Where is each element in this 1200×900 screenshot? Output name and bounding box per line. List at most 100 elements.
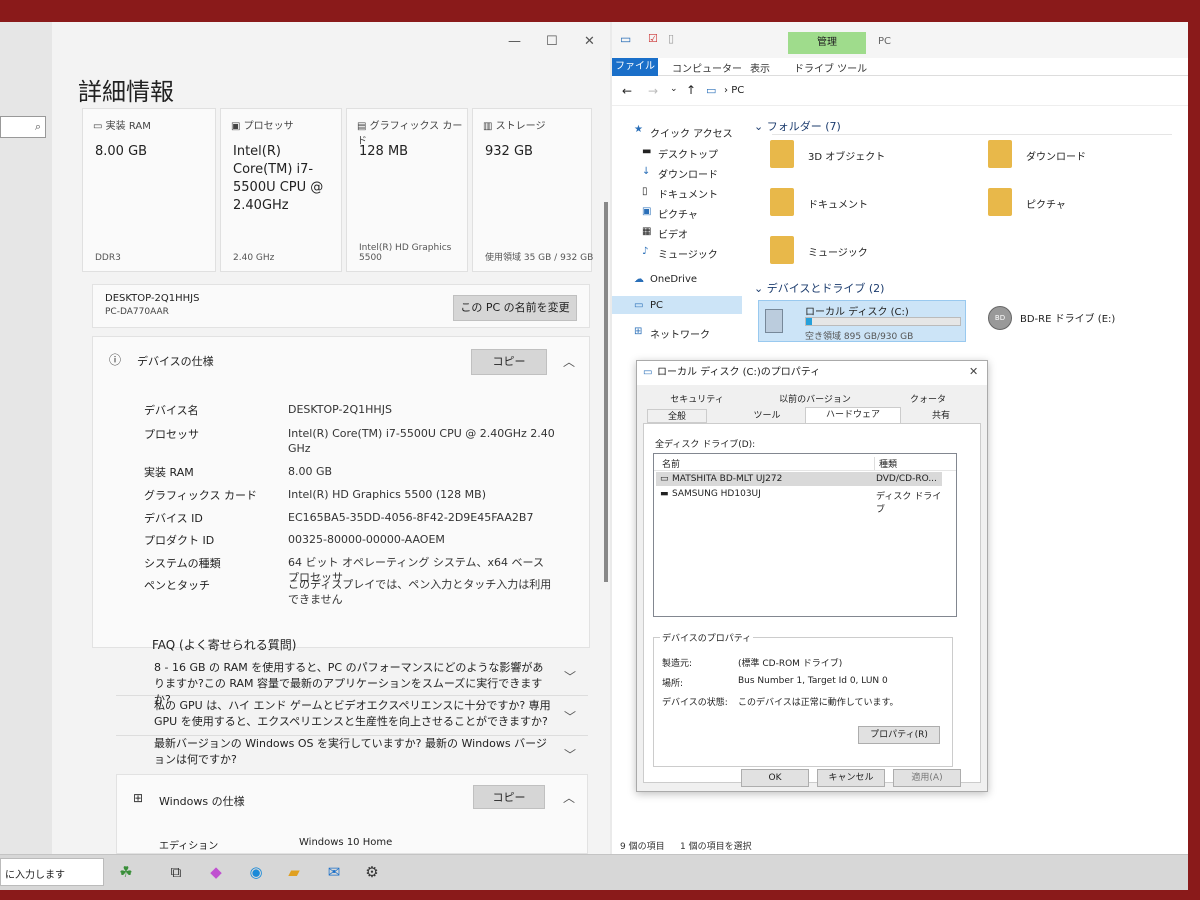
- drives-header[interactable]: ⌄ デバイスとドライブ (2): [754, 280, 884, 296]
- drive-icon: [765, 309, 783, 333]
- nav-pictures[interactable]: ピクチャ: [658, 206, 698, 221]
- status-value: このデバイスは正常に動作しています。: [738, 698, 899, 708]
- back-icon[interactable]: ←: [622, 84, 632, 98]
- nav-documents[interactable]: ドキュメント: [658, 186, 718, 201]
- nav-desktop[interactable]: デスクトップ: [658, 146, 718, 161]
- tab-drive-tools[interactable]: ドライブ ツール: [794, 60, 867, 75]
- settings-search-input[interactable]: ⌕: [0, 116, 46, 138]
- address-text: PC: [731, 85, 745, 96]
- document-icon: ▯: [642, 186, 648, 197]
- manage-tab[interactable]: 管理: [788, 32, 866, 54]
- nav-downloads[interactable]: ダウンロード: [658, 166, 718, 181]
- faq-item[interactable]: 最新バージョンの Windows OS を実行していますか? 最新の Windo…: [116, 736, 588, 774]
- computer-icon: ▭: [620, 32, 632, 46]
- nav-music[interactable]: ミュージック: [658, 246, 718, 261]
- faq-item[interactable]: 8 - 16 GB の RAM を使用すると、PC のパフォーマンスにどのような…: [116, 656, 588, 706]
- properties-icon[interactable]: ☑: [648, 32, 658, 45]
- minimize-button[interactable]: —: [508, 34, 521, 49]
- edition-label: エディション: [159, 841, 219, 852]
- chevron-up-icon[interactable]: ︿: [563, 789, 575, 806]
- dialog-close-button[interactable]: ✕: [969, 365, 978, 378]
- page-title: 詳細情報: [78, 78, 174, 106]
- outlook-icon[interactable]: ✉: [324, 862, 344, 882]
- folders-header-label: フォルダー (7): [766, 120, 841, 133]
- tab-sharing[interactable]: 共有: [909, 409, 973, 423]
- spec-label: グラフィックス カード: [144, 489, 257, 502]
- gpu-icon: ▤: [357, 121, 367, 132]
- folder-pictures[interactable]: ピクチャ: [988, 188, 1178, 222]
- nav-onedrive[interactable]: OneDrive: [650, 274, 697, 285]
- status-selected: 1 個の項目を選択: [680, 842, 752, 852]
- faq-title: FAQ (よく寄せられる質問): [152, 638, 297, 652]
- windows-copy-button[interactable]: コピー: [473, 785, 545, 809]
- device-name: DESKTOP-2Q1HHJS: [105, 293, 200, 304]
- folder-music[interactable]: ミュージック: [770, 236, 970, 270]
- forward-icon[interactable]: →: [648, 84, 658, 98]
- local-disk-tile[interactable]: ローカル ディスク (C:) 空き領域 895 GB/930 GB: [758, 300, 966, 342]
- ram-icon: ▭: [93, 121, 103, 132]
- picture-icon: ▣: [642, 206, 652, 217]
- copilot-icon[interactable]: ◆: [206, 862, 226, 882]
- tab-general[interactable]: 全般: [647, 409, 707, 423]
- nav-pc[interactable]: PC: [650, 300, 663, 311]
- cortana-icon[interactable]: ☘: [116, 862, 136, 882]
- cpu-icon: ▣: [231, 121, 241, 132]
- cancel-button[interactable]: キャンセル: [817, 769, 885, 787]
- folder-label: ミュージック: [808, 248, 868, 259]
- close-button[interactable]: ✕: [584, 34, 595, 49]
- folder-label: 3D オブジェクト: [808, 152, 886, 163]
- tab-tools[interactable]: ツール: [737, 409, 797, 423]
- tab-previous-versions[interactable]: 以前のバージョン: [765, 393, 865, 407]
- device-properties-button[interactable]: プロパティ(R): [858, 726, 940, 744]
- card-sub: DDR3: [95, 253, 121, 263]
- settings-gear-icon[interactable]: ⚙: [362, 862, 382, 882]
- spec-value: 00325-80000-00000-AAOEM: [288, 533, 445, 546]
- card-value: 128 MB: [359, 144, 409, 159]
- file-explorer-icon[interactable]: ▰: [284, 862, 304, 882]
- task-view-icon[interactable]: ⧉: [166, 862, 186, 882]
- tab-computer[interactable]: コンピューター: [672, 60, 742, 75]
- tab-security[interactable]: セキュリティ: [647, 393, 747, 407]
- nav-videos[interactable]: ビデオ: [658, 226, 688, 241]
- faq-question: 私の GPU は、ハイ エンド ゲームとビデオエクスペリエンスに十分ですか? 専…: [154, 699, 551, 728]
- tab-hardware[interactable]: ハードウェア: [805, 407, 901, 424]
- scrollbar[interactable]: [604, 202, 608, 582]
- folders-header[interactable]: ⌄ フォルダー (7): [754, 118, 841, 134]
- tab-file[interactable]: ファイル: [612, 58, 658, 76]
- maximize-button[interactable]: ☐: [546, 34, 558, 49]
- ok-button[interactable]: OK: [741, 769, 809, 787]
- folder-3d-objects[interactable]: 3D オブジェクト: [770, 140, 970, 174]
- tab-view[interactable]: 表示: [750, 60, 770, 75]
- folder-label: ダウンロード: [1026, 152, 1086, 163]
- drive-type: DVD/CD-RO...: [876, 474, 937, 484]
- faq-item[interactable]: 私の GPU は、ハイ エンド ゲームとビデオエクスペリエンスに十分ですか? 専…: [116, 696, 588, 736]
- rename-pc-button[interactable]: この PC の名前を変更: [453, 295, 577, 321]
- nav-network[interactable]: ネットワーク: [650, 326, 710, 341]
- cdrom-icon: ▭: [660, 474, 669, 484]
- address-path[interactable]: › PC: [724, 85, 744, 96]
- spec-label: デバイス名: [144, 404, 199, 417]
- cloud-icon: ☁: [634, 274, 644, 285]
- nav-quick-access[interactable]: クイック アクセス: [650, 125, 733, 140]
- card-sub: Intel(R) HD Graphics 5500: [359, 243, 452, 263]
- folder-downloads[interactable]: ダウンロード: [988, 140, 1178, 174]
- chevron-down-icon: ﹀: [564, 710, 577, 724]
- apply-button[interactable]: 適用(A): [893, 769, 961, 787]
- list-item[interactable]: ▭ MATSHITA BD-MLT UJ272 DVD/CD-RO...: [656, 472, 942, 486]
- bd-drive-tile[interactable]: BD BD-RE ドライブ (E:): [986, 302, 1176, 342]
- tab-quota[interactable]: クォータ: [883, 393, 973, 407]
- chevron-up-icon[interactable]: ︿: [563, 353, 575, 370]
- new-folder-icon[interactable]: ▯: [668, 32, 674, 45]
- edge-icon[interactable]: ◉: [246, 862, 266, 882]
- up-icon[interactable]: ↑: [686, 83, 696, 97]
- drive-name: SAMSUNG HD103UJ: [672, 489, 761, 499]
- list-item[interactable]: ▬ SAMSUNG HD103UJ ディスク ドライブ: [656, 487, 942, 515]
- taskbar-search-input[interactable]: に入力します: [0, 858, 104, 886]
- device-model: PC-DA770AAR: [105, 307, 169, 317]
- folder-documents[interactable]: ドキュメント: [770, 188, 970, 222]
- settings-sidebar: [0, 22, 52, 854]
- folder-icon: [770, 236, 794, 264]
- copy-button[interactable]: コピー: [471, 349, 547, 375]
- divider: [772, 134, 1172, 135]
- chevron-down-icon[interactable]: ⌄: [670, 84, 678, 94]
